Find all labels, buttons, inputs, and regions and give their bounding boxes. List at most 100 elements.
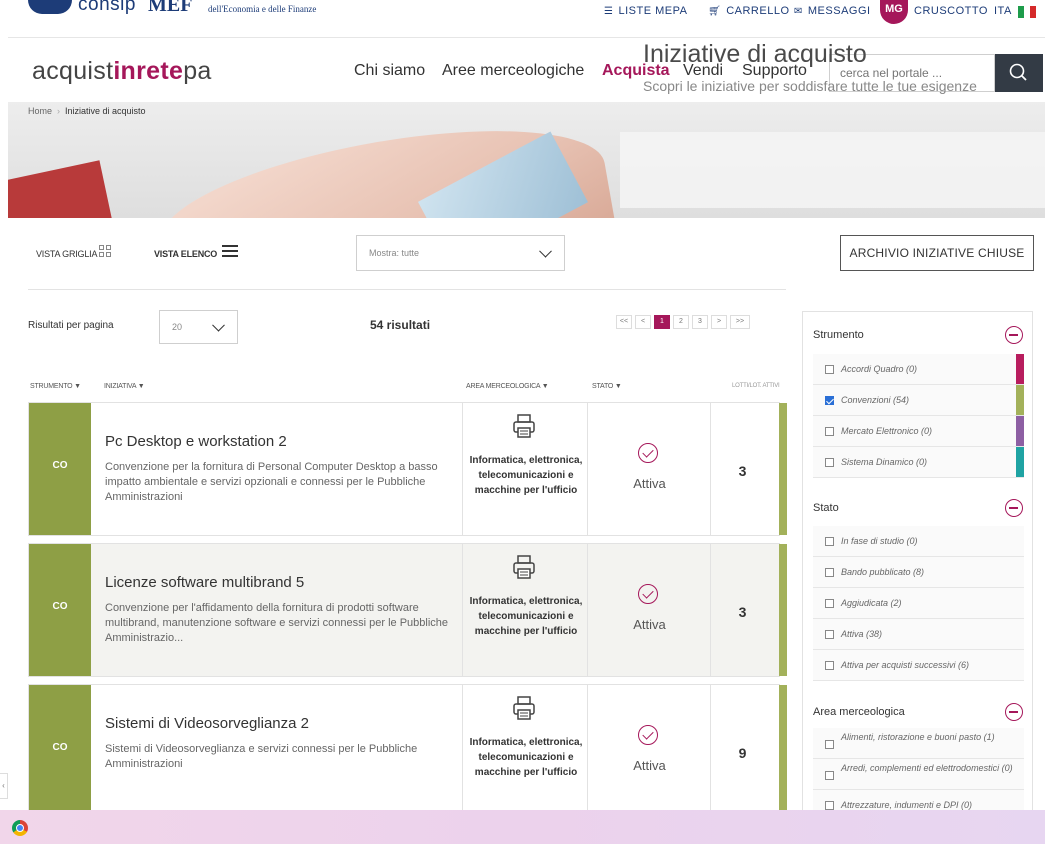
checkbox[interactable] (825, 740, 834, 749)
mail-icon: ✉ (794, 5, 803, 17)
user-avatar[interactable]: MG (880, 0, 908, 24)
checkbox[interactable] (825, 537, 834, 546)
chevron-down-icon (212, 318, 225, 332)
list-view-toggle[interactable]: VISTA ELENCO (154, 249, 217, 259)
pager-last[interactable]: >> (730, 315, 750, 329)
lotti-count: 3 (738, 604, 747, 620)
breadcrumb-home[interactable]: Home (28, 106, 52, 116)
area-label: Informatica, elettronica, telecomunicazi… (469, 455, 583, 496)
search-button[interactable] (995, 54, 1043, 92)
strumento-tag: CO (29, 685, 91, 817)
initiative-title[interactable]: Pc Desktop e workstation 2 (105, 433, 287, 450)
checkbox-checked[interactable] (825, 396, 834, 405)
checkbox[interactable] (825, 568, 834, 577)
filter-option-mercato-elettronico[interactable]: Mercato Elettronico (0) (813, 416, 1024, 447)
site-logo[interactable]: acquistinretepa (32, 57, 212, 86)
checkbox[interactable] (825, 801, 834, 810)
checkbox[interactable] (825, 771, 834, 780)
initiative-title[interactable]: Licenze software multibrand 5 (105, 574, 304, 591)
hero-image-sleeve (8, 160, 114, 218)
archive-closed-initiatives-button[interactable]: ARCHIVIO INIZIATIVE CHIUSE (840, 235, 1034, 271)
filter-option-stato[interactable]: Attiva per acquisti successivi (6) (813, 650, 1024, 681)
mef-logo[interactable]: MEF (148, 0, 192, 17)
pager-next[interactable]: > (711, 315, 727, 329)
language-selector[interactable]: ITA (994, 5, 1012, 17)
collapse-minus-icon[interactable] (1005, 499, 1023, 517)
breadcrumb-current: Iniziative di acquisto (65, 106, 146, 116)
filter-option-area[interactable]: Alimenti, ristorazione e buoni pasto (1) (813, 728, 1024, 759)
printer-icon (513, 696, 535, 720)
initiative-description: Convenzione per l'affidamento della forn… (105, 602, 449, 644)
col-head-strumento[interactable]: STRUMENTO ▼ (30, 383, 81, 390)
area-label: Informatica, elettronica, telecomunicazi… (469, 596, 583, 637)
pager-page-1[interactable]: 1 (654, 315, 670, 329)
area-cell: Informatica, elettronica, telecomunicazi… (462, 403, 587, 535)
col-head-stato[interactable]: STATO ▼ (592, 383, 622, 390)
grid-view-toggle[interactable]: VISTA GRIGLIA (36, 249, 97, 259)
divider (28, 289, 786, 290)
stato-cell: Attiva (587, 544, 710, 676)
filter-option-stato[interactable]: In fase di studio (0) (813, 526, 1024, 557)
table-row[interactable]: CO Licenze software multibrand 5 Convenz… (28, 543, 787, 677)
topnav-cruscotto[interactable]: CRUSCOTTO (914, 5, 988, 17)
checkbox[interactable] (825, 365, 834, 374)
collapse-minus-icon[interactable] (1005, 326, 1023, 344)
table-row[interactable]: CO Pc Desktop e workstation 2 Convenzion… (28, 402, 787, 536)
pager-page-2[interactable]: 2 (673, 315, 689, 329)
initiative-description: Sistemi di Videosorveglianza e servizi c… (105, 743, 418, 770)
consip-swoosh-icon (28, 0, 72, 14)
filter-option-convenzioni[interactable]: Convenzioni (54) (813, 385, 1024, 416)
topnav-messaggi[interactable]: ✉ MESSAGGI (794, 5, 871, 17)
initiative-title[interactable]: Sistemi di Videosorveglianza 2 (105, 715, 309, 732)
filter-option-stato[interactable]: Attiva (38) (813, 619, 1024, 650)
pagination: << < 1 2 3 > >> (616, 315, 750, 329)
printer-icon (513, 414, 535, 438)
col-head-area[interactable]: AREA MERCEOLOGICA ▼ (466, 383, 549, 390)
row-accent-bar (779, 685, 787, 817)
stato-label: Attiva (633, 617, 666, 632)
filter-option-stato[interactable]: Aggiudicata (2) (813, 588, 1024, 619)
row-accent-bar (779, 544, 787, 676)
strumento-tag: CO (29, 403, 91, 535)
area-cell: Informatica, elettronica, telecomunicazi… (462, 544, 587, 676)
checkbox[interactable] (825, 630, 834, 639)
col-head-iniziativa[interactable]: INIZIATIVA ▼ (104, 383, 145, 390)
nav-aree-merceologiche[interactable]: Aree merceologiche (442, 62, 584, 80)
topnav-carrello[interactable]: 🛒︎ CARRELLO (708, 5, 790, 17)
filter-sidebar: Strumento Accordi Quadro (0) Convenzioni… (802, 311, 1033, 811)
pager-prev[interactable]: < (635, 315, 651, 329)
printer-icon (513, 555, 535, 579)
breadcrumb: Home › Iniziative di acquisto (28, 106, 146, 116)
nav-chi-siamo[interactable]: Chi siamo (354, 62, 425, 80)
side-panel-handle[interactable]: ‹ (0, 773, 8, 799)
list-view-icon[interactable] (222, 245, 238, 259)
filter-option-area[interactable]: Arredi, complementi ed elettrodomestici … (813, 759, 1024, 790)
filter-option-stato[interactable]: Bando pubblicato (8) (813, 557, 1024, 588)
checkbox[interactable] (825, 458, 834, 467)
filter-option-sistema-dinamico[interactable]: Sistema Dinamico (0) (813, 447, 1024, 478)
results-per-page-select[interactable]: 20 (159, 310, 238, 344)
lotti-count: 3 (738, 463, 747, 479)
stato-cell: Attiva (587, 403, 710, 535)
hero-overlay (620, 132, 1045, 208)
grid-icon[interactable] (99, 245, 111, 257)
mef-subtitle: dell'Economia e delle Finanze (208, 4, 317, 14)
topnav-liste-mepa[interactable]: ☰ LISTE MEPA (604, 5, 687, 17)
checkbox[interactable] (825, 661, 834, 670)
collapse-minus-icon[interactable] (1005, 703, 1023, 721)
page-title: Iniziative di acquisto (643, 40, 867, 68)
page-subtitle: Scopri le iniziative per soddisfare tutt… (643, 78, 977, 94)
table-row[interactable]: CO Sistemi di Videosorveglianza 2 Sistem… (28, 684, 787, 818)
pager-first[interactable]: << (616, 315, 632, 329)
filter-option-area[interactable]: Attrezzature, indumenti e DPI (0) (813, 790, 1024, 810)
row-accent-bar (779, 403, 787, 535)
filter-heading-area: Area merceologica (813, 706, 905, 718)
stato-cell: Attiva (587, 685, 710, 817)
pager-page-3[interactable]: 3 (692, 315, 708, 329)
checkbox[interactable] (825, 599, 834, 608)
checkbox[interactable] (825, 427, 834, 436)
chrome-icon[interactable] (12, 820, 28, 836)
filter-option-accordi-quadro[interactable]: Accordi Quadro (0) (813, 354, 1024, 385)
filter-heading-strumento: Strumento (813, 329, 864, 341)
filter-select[interactable]: Mostra: tutte (356, 235, 565, 271)
